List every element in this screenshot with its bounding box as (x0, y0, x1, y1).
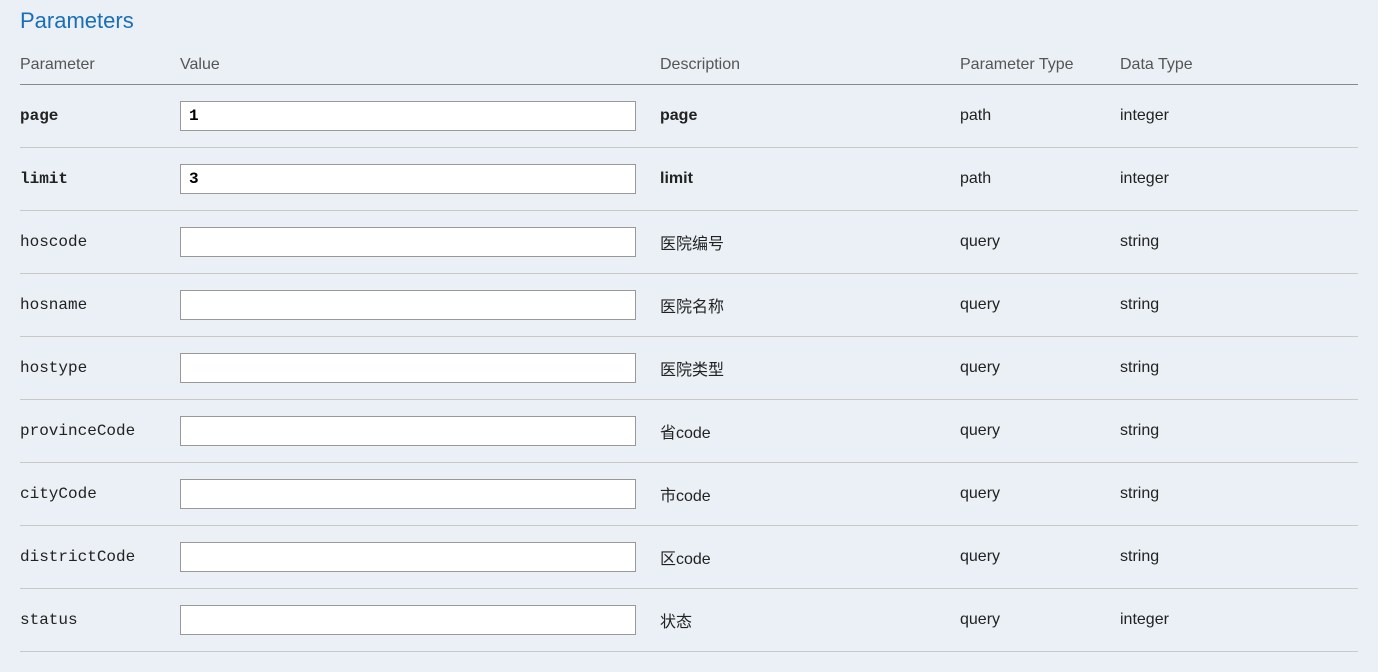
param-description: 市code (660, 463, 960, 526)
table-row: pagepagepathinteger (20, 85, 1358, 148)
param-name: provinceCode (20, 422, 135, 440)
data-type: string (1120, 337, 1358, 400)
param-description: 医院类型 (660, 337, 960, 400)
table-row: provinceCode 省codequerystring (20, 400, 1358, 463)
param-type: path (960, 148, 1120, 211)
param-description: limit (660, 148, 960, 211)
param-value-input-districtCode[interactable] (180, 542, 636, 572)
param-name: hosname (20, 296, 87, 314)
header-value: Value (180, 46, 660, 85)
parameters-heading: Parameters (20, 8, 1358, 34)
data-type: string (1120, 274, 1358, 337)
data-type: integer (1120, 85, 1358, 148)
param-description: 医院名称 (660, 274, 960, 337)
param-description: 状态 (660, 589, 960, 652)
param-value-input-hoscode[interactable] (180, 227, 636, 257)
header-parameter-type: Parameter Type (960, 46, 1120, 85)
data-type: integer (1120, 589, 1358, 652)
param-name: cityCode (20, 485, 97, 503)
param-value-input-cityCode[interactable] (180, 479, 636, 509)
header-parameter: Parameter (20, 46, 180, 85)
data-type: integer (1120, 148, 1358, 211)
param-name: status (20, 611, 78, 629)
param-value-input-hosname[interactable] (180, 290, 636, 320)
param-value-input-limit[interactable] (180, 164, 636, 194)
table-row: hoscode 医院编号querystring (20, 211, 1358, 274)
param-value-input-hostype[interactable] (180, 353, 636, 383)
param-type: query (960, 274, 1120, 337)
param-type: query (960, 463, 1120, 526)
data-type: string (1120, 526, 1358, 589)
param-value-input-provinceCode[interactable] (180, 416, 636, 446)
parameters-table: Parameter Value Description Parameter Ty… (20, 46, 1358, 652)
param-description: 省code (660, 400, 960, 463)
table-row: cityCode 市codequerystring (20, 463, 1358, 526)
parameters-tbody: pagepagepathintegerlimitlimitpathinteger… (20, 85, 1358, 652)
param-type: query (960, 526, 1120, 589)
param-type: query (960, 400, 1120, 463)
header-data-type: Data Type (1120, 46, 1358, 85)
table-row: limitlimitpathinteger (20, 148, 1358, 211)
data-type: string (1120, 211, 1358, 274)
param-description: page (660, 85, 960, 148)
param-type: path (960, 85, 1120, 148)
param-type: query (960, 211, 1120, 274)
table-row: districtCode 区codequerystring (20, 526, 1358, 589)
param-type: query (960, 589, 1120, 652)
table-row: status 状态queryinteger (20, 589, 1358, 652)
param-name: hoscode (20, 233, 87, 251)
data-type: string (1120, 400, 1358, 463)
param-name: page (20, 107, 58, 125)
data-type: string (1120, 463, 1358, 526)
header-description: Description (660, 46, 960, 85)
param-name: limit (20, 170, 68, 188)
param-value-input-status[interactable] (180, 605, 636, 635)
param-value-input-page[interactable] (180, 101, 636, 131)
param-description: 区code (660, 526, 960, 589)
param-type: query (960, 337, 1120, 400)
table-row: hostype 医院类型querystring (20, 337, 1358, 400)
param-name: districtCode (20, 548, 135, 566)
param-description: 医院编号 (660, 211, 960, 274)
param-name: hostype (20, 359, 87, 377)
table-row: hosname 医院名称querystring (20, 274, 1358, 337)
